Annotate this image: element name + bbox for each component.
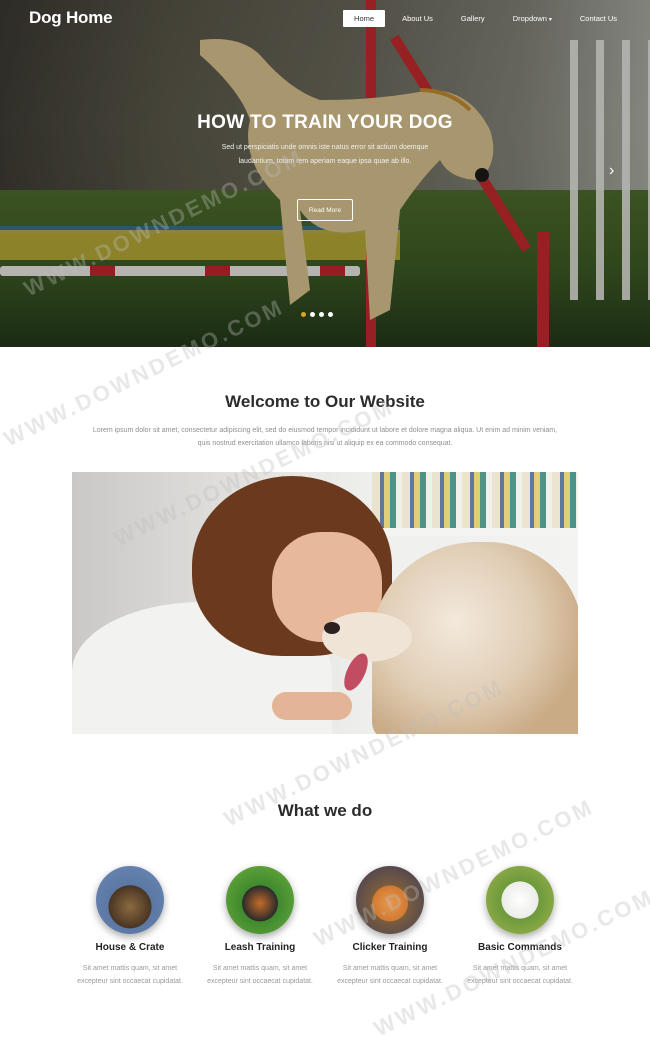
puppy-snout [322, 612, 412, 662]
nav-item-dropdown[interactable]: Dropdown ▾ [502, 10, 563, 27]
navbar: Dog Home Home About Us Gallery Dropdown ▾… [0, 0, 650, 36]
nav-item-home[interactable]: Home [343, 10, 386, 27]
running-dog-image[interactable] [226, 866, 294, 934]
chevron-right-icon[interactable]: › [609, 163, 614, 179]
hero-slider: Dog Home Home About Us Gallery Dropdown ▾… [0, 0, 650, 347]
services-title: What we do [277, 801, 373, 820]
corgi-image[interactable] [356, 866, 424, 934]
welcome-text: Lorem ipsum dolor sit amet, consectetur … [92, 427, 558, 447]
chevron-down-icon: ▾ [548, 17, 552, 23]
bookshelf [372, 472, 578, 532]
white-dog-image[interactable] [486, 866, 554, 934]
service-name[interactable]: Clicker Training [325, 942, 455, 953]
slider-dot[interactable] [319, 312, 324, 317]
hero-title: HOW TO TRAIN YOUR DOG [197, 112, 453, 133]
nav-item-dropdown-label: Dropdown [512, 14, 547, 23]
service-name[interactable]: House & Crate [65, 942, 195, 953]
hero-subtitle: Sed ut perspiciatis unde omnis iste natu… [221, 144, 429, 165]
woman-and-dog-photo [72, 472, 578, 734]
service-leash-training: Leash Training Sit amet mattis quam, sit… [195, 866, 325, 988]
service-house-crate: House & Crate Sit amet mattis quam, sit … [65, 866, 195, 988]
german-shepherd-image[interactable] [96, 866, 164, 934]
service-basic-commands: Basic Commands Sit amet mattis quam, sit… [455, 866, 585, 988]
slider-dot[interactable] [301, 312, 306, 317]
service-name[interactable]: Basic Commands [455, 942, 585, 953]
woman-hands [272, 692, 352, 720]
service-text: Sit amet mattis quam, sit amet excepteur… [77, 965, 183, 985]
slider-dots [301, 312, 333, 317]
shelf-board [372, 528, 578, 536]
service-text: Sit amet mattis quam, sit amet excepteur… [207, 965, 313, 985]
service-clicker-training: Clicker Training Sit amet mattis quam, s… [325, 866, 455, 988]
slider-dot[interactable] [310, 312, 315, 317]
nav-menu: Home About Us Gallery Dropdown ▾ Contact … [337, 10, 628, 27]
nav-item-contact[interactable]: Contact Us [569, 10, 628, 27]
slider-dot[interactable] [328, 312, 333, 317]
service-text: Sit amet mattis quam, sit amet excepteur… [337, 965, 443, 985]
nav-item-about[interactable]: About Us [391, 10, 444, 27]
brand-logo[interactable]: Dog Home [29, 8, 113, 28]
nav-item-gallery[interactable]: Gallery [450, 10, 496, 27]
welcome-title: Welcome to Our Website [225, 392, 425, 411]
read-more-button[interactable]: Read More [297, 199, 353, 221]
hero-overlay [0, 0, 650, 347]
service-text: Sit amet mattis quam, sit amet excepteur… [467, 965, 573, 985]
puppy-nose [324, 622, 340, 634]
service-name[interactable]: Leash Training [195, 942, 325, 953]
